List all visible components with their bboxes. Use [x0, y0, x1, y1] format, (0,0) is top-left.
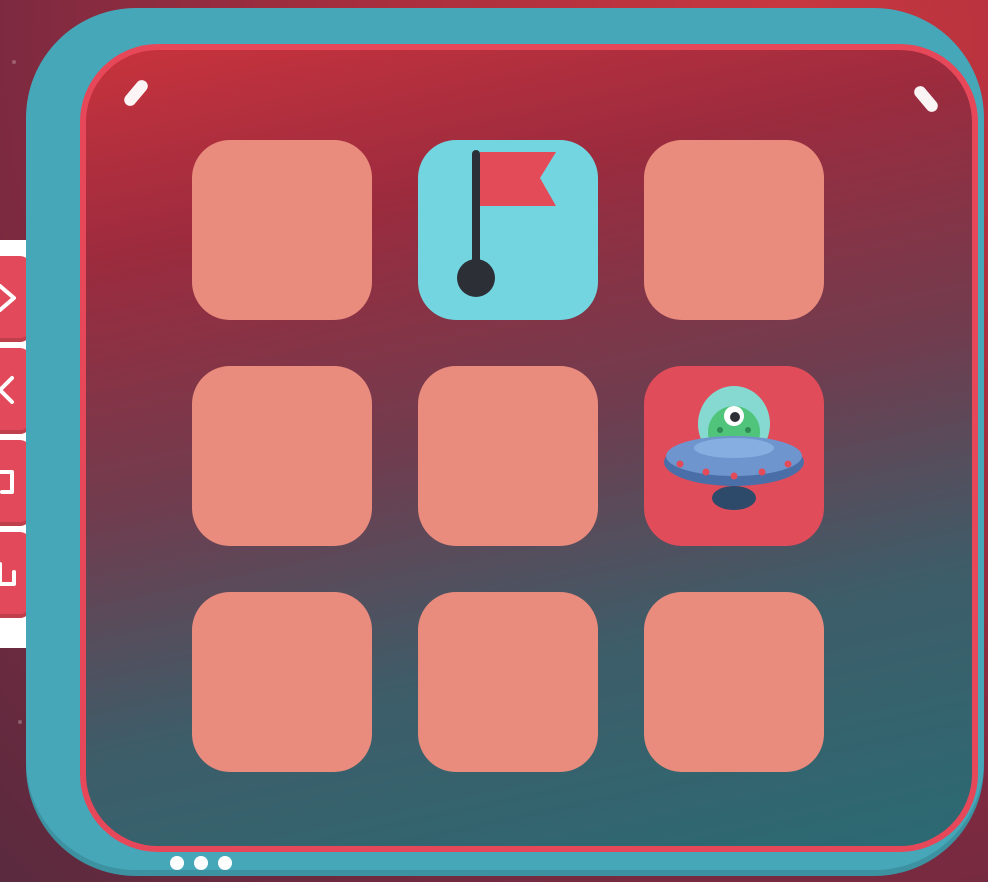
grid-tile-1-2[interactable] — [418, 140, 598, 320]
grid-tile-1-1[interactable] — [192, 140, 372, 320]
panel-shine — [121, 77, 151, 109]
ufo-alien-icon — [664, 386, 804, 510]
page-dot[interactable] — [194, 856, 208, 870]
grid-tile-1-3[interactable] — [644, 140, 824, 320]
grid-tile-3-3[interactable] — [644, 592, 824, 772]
flag-icon — [457, 150, 556, 297]
pagination-dots — [170, 856, 232, 870]
panel-shine — [911, 83, 941, 115]
grid-tile-2-1[interactable] — [192, 366, 372, 546]
grid-tile-3-2[interactable] — [418, 592, 598, 772]
grid-tile-3-1[interactable] — [192, 592, 372, 772]
page-dot[interactable] — [218, 856, 232, 870]
loop-icon — [0, 562, 16, 586]
turn-right-icon — [0, 470, 14, 494]
game-screen: { "board": { "rows": 3, "cols": 3, "tile… — [0, 0, 988, 882]
move-forward-icon — [0, 284, 16, 312]
grid-tile-2-2[interactable] — [418, 366, 598, 546]
grid-tile-2-3[interactable] — [644, 366, 824, 546]
turn-left-icon — [0, 376, 14, 404]
page-dot[interactable] — [170, 856, 184, 870]
background-star — [18, 720, 22, 724]
board-area — [80, 44, 978, 852]
background-star — [12, 60, 16, 64]
board-panel — [26, 8, 984, 876]
